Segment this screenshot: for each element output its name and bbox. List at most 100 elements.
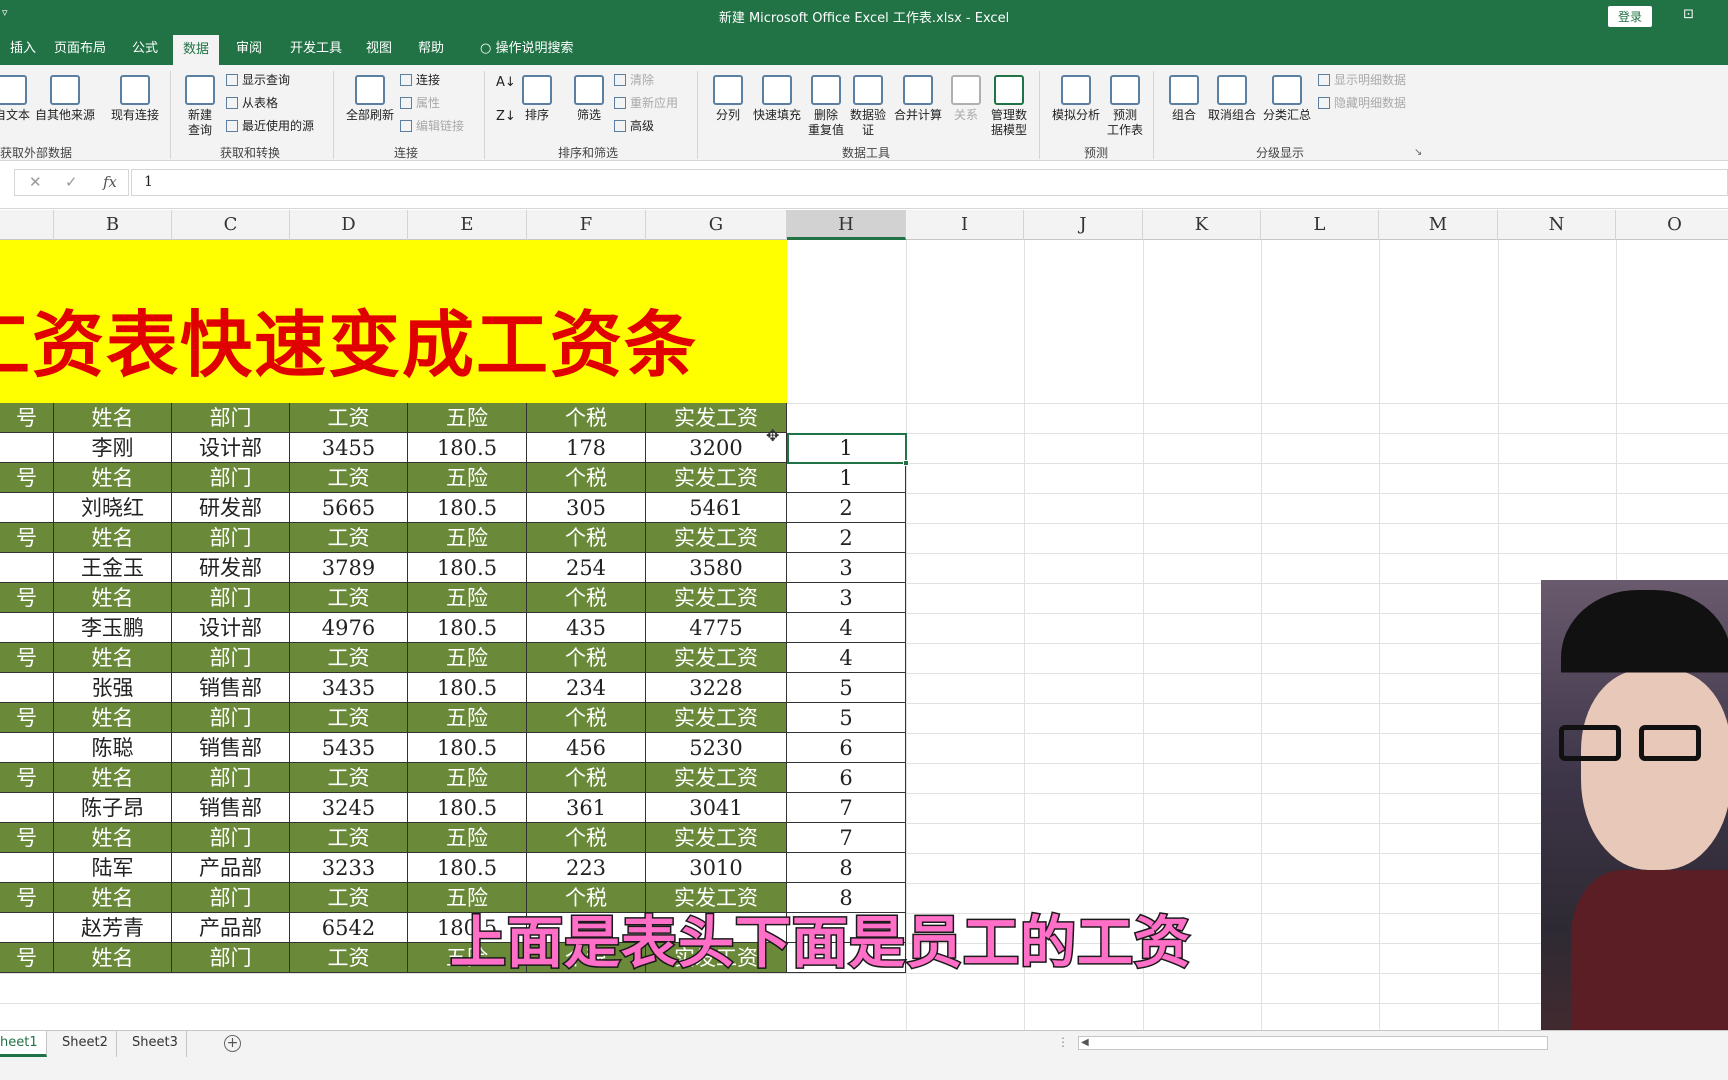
from-other-sources-button[interactable]: 自其他来源 [32, 75, 98, 123]
cell-dept[interactable]: 销售部 [172, 793, 290, 823]
cell-a[interactable]: 号 [0, 463, 54, 493]
sort-az-icon[interactable]: A↓ [496, 75, 516, 90]
new-query-button[interactable]: 新建 查询 [178, 75, 222, 138]
tab-formulas[interactable]: 公式 [122, 32, 168, 65]
cell-dept[interactable]: 设计部 [172, 613, 290, 643]
clear-filter-button[interactable]: 清除 [614, 73, 654, 88]
column-header-j[interactable]: J [1024, 210, 1143, 240]
from-text-button[interactable]: 自文本 [0, 75, 32, 123]
login-button[interactable]: 登录 [1607, 6, 1652, 27]
cell-e[interactable]: 五险 [408, 823, 527, 853]
sort-button[interactable]: 排序 [518, 75, 556, 123]
show-detail-button[interactable]: 显示明细数据 [1318, 73, 1406, 88]
column-header-d[interactable]: D [290, 210, 408, 240]
cell-tax[interactable]: 223 [527, 853, 646, 883]
cell-h[interactable]: 2 [787, 493, 906, 523]
edit-links-button[interactable]: 编辑链接 [400, 119, 464, 134]
cell-tax[interactable]: 234 [527, 673, 646, 703]
subtotal-button[interactable]: 分类汇总 [1260, 75, 1314, 123]
cell-h[interactable]: 3 [787, 583, 906, 613]
remove-duplicates-button[interactable]: 删除 重复值 [804, 75, 848, 138]
cell-net[interactable]: 3041 [646, 793, 787, 823]
cell-salary[interactable]: 5435 [290, 733, 408, 763]
tab-developer[interactable]: 开发工具 [280, 32, 352, 65]
cell-f[interactable]: 个税 [527, 523, 646, 553]
cell-tax[interactable]: 254 [527, 553, 646, 583]
cell-salary[interactable]: 4976 [290, 613, 408, 643]
cell-h[interactable]: 6 [787, 733, 906, 763]
cell-e[interactable]: 五险 [408, 703, 527, 733]
hide-detail-button[interactable]: 隐藏明细数据 [1318, 96, 1406, 111]
cell-a[interactable] [0, 613, 54, 643]
ungroup-button[interactable]: 取消组合 [1204, 75, 1260, 123]
forecast-sheet-button[interactable]: 预测 工作表 [1104, 75, 1146, 138]
formula-input[interactable]: 1 [131, 169, 1728, 196]
cell-net[interactable]: 3580 [646, 553, 787, 583]
cell-name[interactable]: 李玉鹏 [54, 613, 172, 643]
filter-button[interactable]: 筛选 [570, 75, 608, 123]
cell-g[interactable]: 实发工资 [646, 463, 787, 493]
cell-a[interactable] [0, 853, 54, 883]
cell-salary[interactable]: 5665 [290, 493, 408, 523]
cell-name[interactable]: 刘晓红 [54, 493, 172, 523]
cell-c[interactable]: 部门 [172, 763, 290, 793]
column-header-g[interactable]: G [646, 210, 787, 240]
tab-insert[interactable]: 插入 [0, 32, 46, 65]
reapply-button[interactable]: 重新应用 [614, 96, 678, 111]
relationships-button[interactable]: 关系 [948, 75, 984, 123]
existing-connections-button[interactable]: 现有连接 [106, 75, 164, 123]
cell-a[interactable] [0, 433, 54, 463]
cell-a[interactable] [0, 673, 54, 703]
cell-h[interactable]: 8 [787, 853, 906, 883]
cell-h[interactable]: 7 [787, 823, 906, 853]
cell-salary[interactable]: 3245 [290, 793, 408, 823]
cell-tax[interactable]: 456 [527, 733, 646, 763]
splitter-icon[interactable]: ⋮ [1057, 1035, 1069, 1049]
cell-c[interactable]: 部门 [172, 943, 290, 973]
connections-button[interactable]: 连接 [400, 73, 440, 88]
refresh-all-button[interactable]: 全部刷新 [342, 75, 398, 123]
cell-a[interactable]: 号 [0, 943, 54, 973]
cell-name[interactable]: 李刚 [54, 433, 172, 463]
cell-e[interactable]: 五险 [408, 583, 527, 613]
cell-e[interactable]: 五险 [408, 463, 527, 493]
cell-f[interactable]: 个税 [527, 403, 646, 433]
advanced-filter-button[interactable]: 高级 [614, 119, 654, 134]
properties-button[interactable]: 属性 [400, 96, 440, 111]
cell-f[interactable]: 个税 [527, 583, 646, 613]
cell-insurance[interactable]: 180.5 [408, 793, 527, 823]
cell-c[interactable]: 部门 [172, 523, 290, 553]
cell-insurance[interactable]: 180.5 [408, 853, 527, 883]
cell-c[interactable]: 部门 [172, 583, 290, 613]
sheet-tab-3[interactable]: Sheet3 [124, 1031, 187, 1057]
cell-b[interactable]: 姓名 [54, 763, 172, 793]
cell-name[interactable]: 王金玉 [54, 553, 172, 583]
column-header-k[interactable]: K [1143, 210, 1261, 240]
cell-a[interactable]: 号 [0, 763, 54, 793]
cell-d[interactable]: 工资 [290, 943, 408, 973]
cell-net[interactable]: 3228 [646, 673, 787, 703]
cell-net[interactable]: 4775 [646, 613, 787, 643]
cell-d[interactable]: 工资 [290, 463, 408, 493]
cell-insurance[interactable]: 180.5 [408, 733, 527, 763]
cell-g[interactable]: 实发工资 [646, 523, 787, 553]
cell-e[interactable]: 五险 [408, 523, 527, 553]
tab-data[interactable]: 数据 [173, 35, 220, 65]
cell-a[interactable]: 号 [0, 403, 54, 433]
cell-e[interactable]: 五险 [408, 763, 527, 793]
cell-f[interactable]: 个税 [527, 463, 646, 493]
cell-b[interactable]: 姓名 [54, 463, 172, 493]
cell-d[interactable]: 工资 [290, 643, 408, 673]
column-header-l[interactable]: L [1261, 210, 1379, 240]
from-table-button[interactable]: 从表格 [226, 96, 278, 111]
cell-salary[interactable]: 3233 [290, 853, 408, 883]
cell-g[interactable]: 实发工资 [646, 763, 787, 793]
column-header-f[interactable]: F [527, 210, 646, 240]
group-button[interactable]: 组合 [1164, 75, 1204, 123]
tab-view[interactable]: 视图 [356, 32, 402, 65]
cell-h[interactable]: 6 [787, 763, 906, 793]
cell-a[interactable] [0, 913, 54, 943]
tell-me-search[interactable]: ○ 操作说明搜索 [470, 32, 584, 65]
cell-a[interactable] [0, 793, 54, 823]
cell-c[interactable]: 部门 [172, 823, 290, 853]
